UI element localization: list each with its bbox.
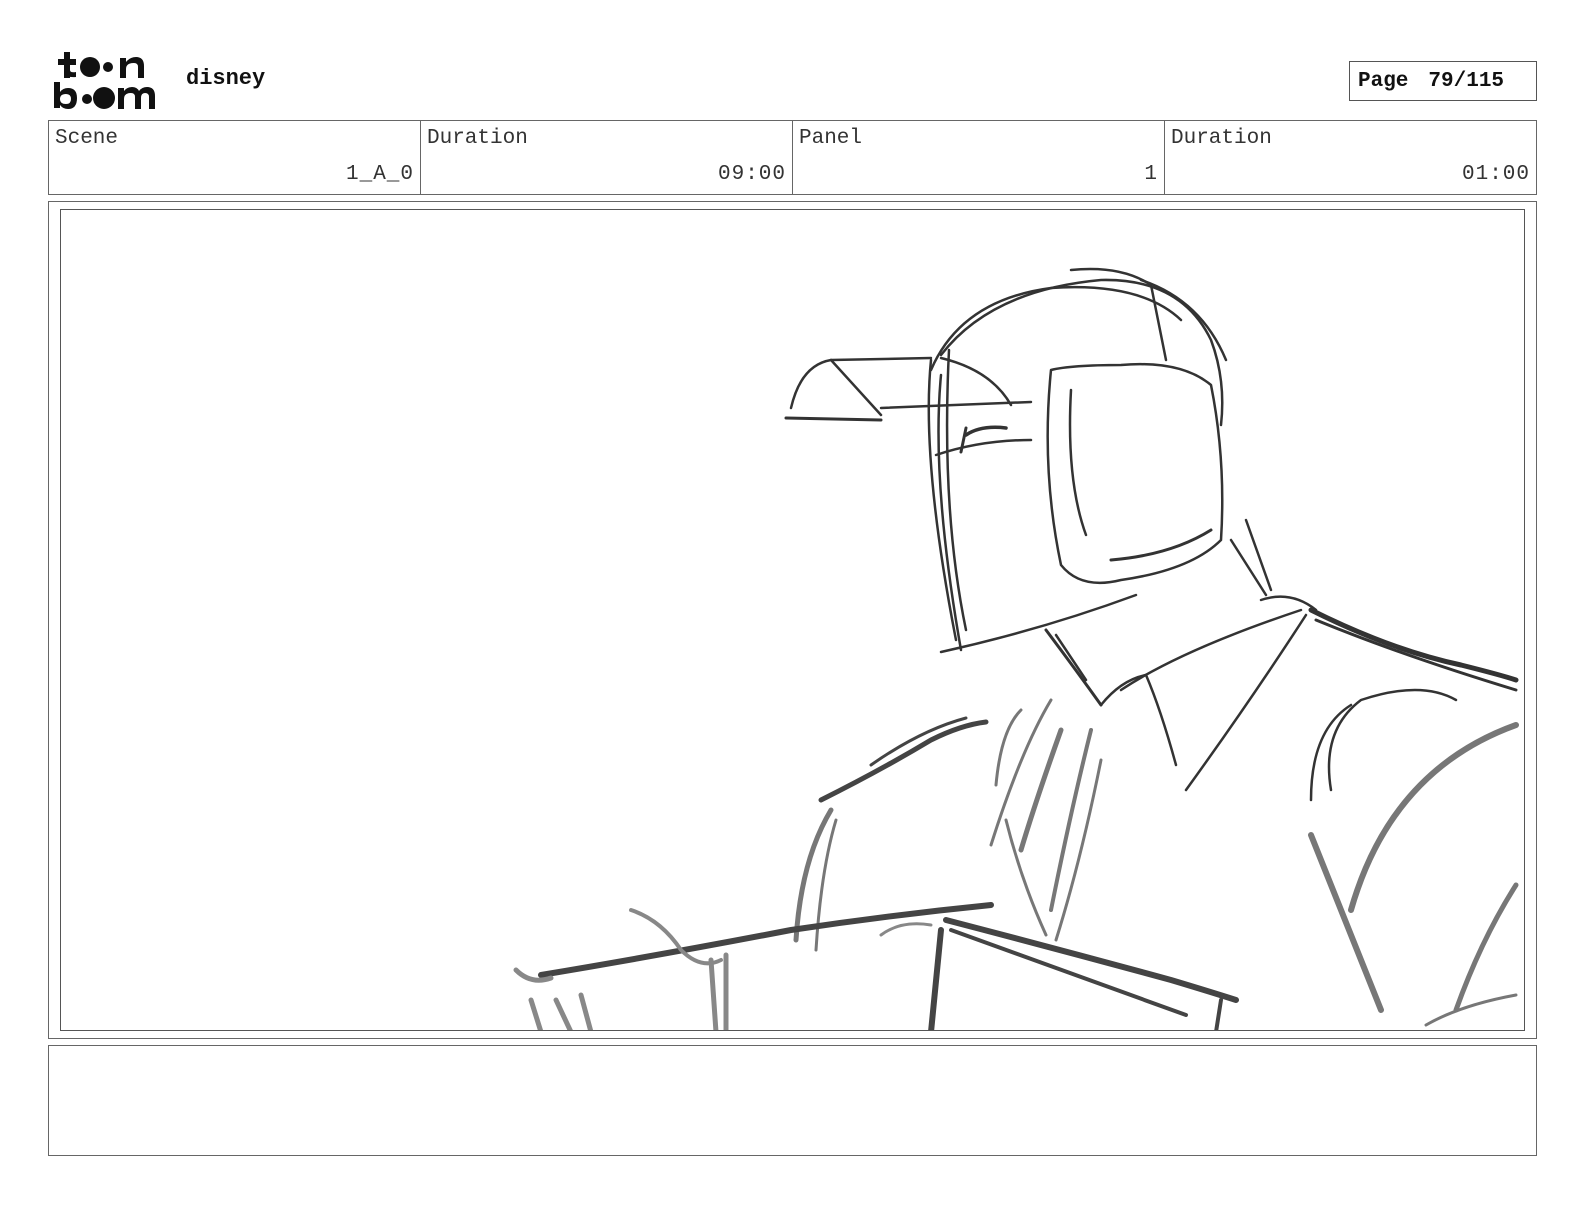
panel-label: Panel (799, 127, 863, 150)
scene-duration-label: Duration (427, 127, 528, 150)
panel-duration-label: Duration (1171, 127, 1272, 150)
page-indicator: Page 79/115 (1349, 61, 1537, 101)
scene-cell: Scene 1_A_0 (49, 121, 421, 194)
scene-label: Scene (55, 127, 119, 150)
scene-duration-cell: Duration 09:00 (421, 121, 793, 194)
scene-info-row: Scene 1_A_0 Duration 09:00 Panel 1 Durat… (48, 120, 1537, 195)
panel-frame (48, 201, 1537, 1039)
toon-boom-logo-icon (54, 52, 155, 109)
scene-value: 1_A_0 (345, 163, 414, 186)
page-number: 79/115 (1428, 69, 1505, 93)
scene-duration-value: 09:00 (717, 163, 786, 186)
panel-value: 1 (1144, 163, 1158, 186)
storyboard-sketch-image (513, 267, 1519, 1030)
page-label: Page (1358, 69, 1409, 93)
project-name: disney (186, 66, 266, 91)
panel-cell: Panel 1 (793, 121, 1165, 194)
toon-boom-logo (52, 50, 164, 112)
panel-duration-value: 01:00 (1461, 163, 1530, 186)
panel-drawing-area (60, 209, 1525, 1031)
panel-duration-cell: Duration 01:00 (1165, 121, 1536, 194)
panel-notes-area (48, 1045, 1537, 1156)
